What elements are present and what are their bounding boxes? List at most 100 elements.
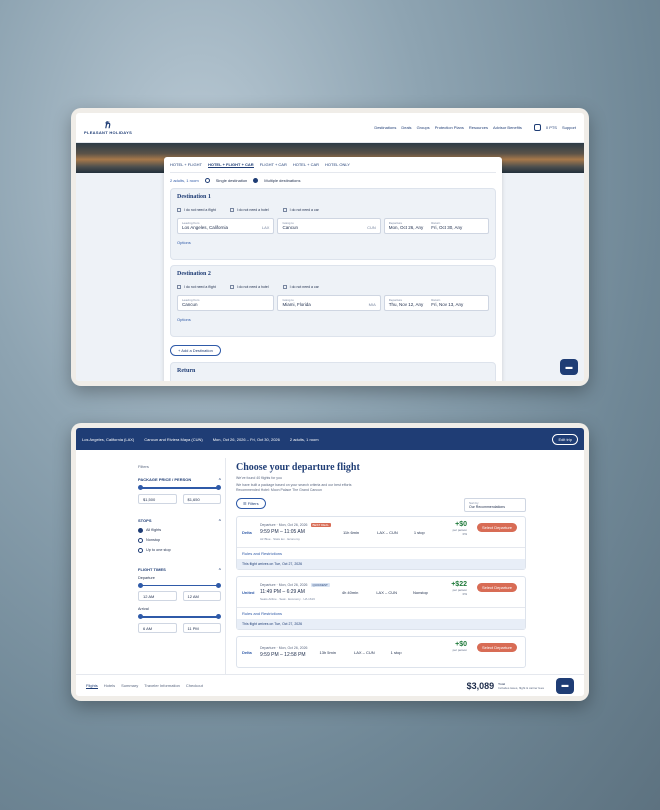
radio-icon[interactable] bbox=[138, 537, 143, 543]
dest1-no-flight[interactable]: I do not need a flight bbox=[177, 208, 216, 213]
results-main: Choose your departure flight We've found… bbox=[236, 458, 526, 674]
flight-times: Departure · Mon, Oct 26, 2026 QUICKEST 11… bbox=[260, 583, 330, 601]
stops-section-header[interactable]: STOPS ^ bbox=[138, 518, 221, 523]
stop-one[interactable]: Up to one stop bbox=[138, 547, 221, 553]
quick-badge: QUICKEST bbox=[310, 583, 330, 587]
time-range: 9:59 PM – 12:58 PM bbox=[260, 652, 306, 658]
arrival-slider[interactable] bbox=[138, 614, 221, 619]
main-nav: Destinations Deals Groups Protection Pla… bbox=[374, 125, 522, 130]
price-min-input[interactable]: $1,500 bbox=[138, 493, 177, 504]
radio-icon[interactable] bbox=[138, 547, 143, 553]
rules-link[interactable]: Rules and Restrictions bbox=[237, 547, 525, 559]
dest1-no-hotel-label: I do not need a hotel bbox=[236, 208, 269, 212]
results-screen: Los Angeles, California (LAX) Cancun and… bbox=[76, 428, 584, 696]
dest1-no-hotel[interactable]: I do not need a hotel bbox=[229, 208, 269, 213]
select-departure-button[interactable]: Select Departure bbox=[476, 643, 517, 652]
dep-min-input[interactable]: 12 AM bbox=[138, 591, 177, 601]
logo-icon: ℏ bbox=[105, 119, 112, 130]
price-section-header[interactable]: PACKAGE PRICE / PERSON ^ bbox=[138, 477, 221, 482]
checkbox-icon[interactable] bbox=[229, 208, 234, 213]
percent: 0% bbox=[462, 592, 467, 596]
dest2-no-flight-label: I do not need a flight bbox=[184, 285, 216, 289]
radio-icon[interactable] bbox=[138, 527, 143, 533]
duration: 13h 5min bbox=[319, 649, 336, 655]
stop-all[interactable]: All flights bbox=[138, 527, 221, 533]
flight-row[interactable]: Delta Departure · Mon, Oct 26, 2026 BEST … bbox=[237, 517, 525, 547]
nav-protection-plans[interactable]: Protection Plans bbox=[435, 125, 464, 130]
step-hotels[interactable]: Hotels bbox=[104, 683, 115, 688]
chat-button[interactable]: ▬ bbox=[560, 359, 578, 375]
destination-1: Destination 1 I do not need a flight I d… bbox=[170, 188, 496, 260]
airline-logo: Delta bbox=[242, 529, 252, 535]
edit-trip-button[interactable]: Edit trip bbox=[552, 433, 578, 445]
checkbox-icon[interactable] bbox=[282, 285, 287, 290]
dest2-no-car[interactable]: I do not need a car bbox=[282, 285, 319, 290]
dest1-leaving-field[interactable]: Leaving from Los Angeles, California LAX bbox=[177, 218, 275, 235]
checkbox-icon[interactable] bbox=[177, 285, 181, 290]
stop-nonstop[interactable]: Nonstop bbox=[138, 537, 221, 543]
arr-min-input[interactable]: 6 AM bbox=[138, 622, 177, 633]
select-departure-button[interactable]: Select Departure bbox=[476, 583, 517, 592]
dest1-options[interactable]: Options bbox=[177, 240, 489, 245]
package-search-screenshot: ℏ PLEASANT HOLIDAYS Destinations Deals G… bbox=[71, 108, 589, 386]
multi-dest-radio[interactable] bbox=[253, 178, 259, 183]
checkbox-icon[interactable] bbox=[177, 208, 181, 213]
flight-row[interactable]: Delta Departure · Mon, Oct 26, 2026 9:59… bbox=[237, 637, 525, 667]
chat-button[interactable]: ▬ bbox=[556, 677, 574, 694]
stops-title: STOPS bbox=[138, 517, 152, 523]
sort-select[interactable]: Sort by Our Recommendations bbox=[464, 498, 526, 512]
found-count: We've found 40 flights for you bbox=[236, 476, 282, 480]
flight-row[interactable]: United Departure · Mon, Oct 26, 2026 QUIC… bbox=[237, 577, 525, 607]
tab-hotel-flight-car[interactable]: HOTEL + FLIGHT + CAR bbox=[207, 162, 254, 168]
tab-hotel-only[interactable]: HOTEL ONLY bbox=[325, 162, 350, 168]
price-block: +$0 per person bbox=[453, 641, 467, 652]
filters-button[interactable]: ☰ Filters bbox=[236, 498, 266, 509]
dest1-dates-field[interactable]: Departure Mon, Oct 26, Any Return Fri, Oct… bbox=[383, 218, 489, 235]
nav-resources[interactable]: Resources bbox=[469, 125, 488, 130]
step-checkout[interactable]: Checkout bbox=[186, 683, 203, 688]
departure-slider[interactable] bbox=[138, 583, 221, 587]
dest2-dates-field[interactable]: Departure Thu, Nov 12, Any Return Fri, Nov… bbox=[383, 295, 489, 312]
checkbox-icon[interactable] bbox=[229, 285, 234, 290]
leaving-value: Cancun bbox=[182, 302, 198, 308]
return-col: Return Fri, Oct 30, Any bbox=[431, 221, 462, 231]
points[interactable]: 0 PTS bbox=[546, 125, 557, 130]
price: +$0 bbox=[455, 641, 467, 648]
add-destination-button[interactable]: + Add a Destination bbox=[170, 345, 221, 356]
step-summary[interactable]: Summary bbox=[121, 683, 138, 688]
nav-groups[interactable]: Groups bbox=[417, 125, 430, 130]
times-section-header[interactable]: FLIGHT TIMES ^ bbox=[138, 567, 221, 572]
dest2-leaving-field[interactable]: Leaving from Cancun bbox=[177, 295, 275, 312]
travelers-select[interactable]: 2 adults, 1 room bbox=[170, 178, 199, 183]
tab-hotel-flight[interactable]: HOTEL + FLIGHT bbox=[170, 162, 202, 168]
nav-advisor-benefits[interactable]: Advisor Benefits bbox=[493, 125, 522, 130]
stop-all-label: All flights bbox=[146, 528, 162, 532]
step-flights[interactable]: Flights bbox=[86, 683, 98, 689]
brand-logo[interactable]: ℏ PLEASANT HOLIDAYS bbox=[84, 119, 132, 135]
dest2-going-field[interactable]: Going to Miami, Florida MIA bbox=[277, 295, 381, 312]
step-traveler-info[interactable]: Traveler Information bbox=[144, 683, 180, 688]
checkbox-icon[interactable] bbox=[282, 208, 287, 213]
dest1-no-car[interactable]: I do not need a car bbox=[282, 208, 319, 213]
tab-hotel-car[interactable]: HOTEL + CAR bbox=[293, 162, 319, 168]
select-departure-button[interactable]: Select Departure bbox=[476, 523, 517, 532]
nav-deals[interactable]: Deals bbox=[401, 125, 411, 130]
price-max-input[interactable]: $1,650 bbox=[182, 493, 221, 504]
support-link[interactable]: Support bbox=[562, 125, 576, 130]
search-panel: HOTEL + FLIGHT HOTEL + FLIGHT + CAR FLIG… bbox=[164, 157, 502, 381]
dest2-options[interactable]: Options bbox=[177, 317, 489, 322]
single-dest-radio[interactable] bbox=[204, 178, 210, 183]
nav-destinations[interactable]: Destinations bbox=[374, 125, 396, 130]
rules-link[interactable]: Rules and Restrictions bbox=[237, 607, 525, 619]
user-icon[interactable] bbox=[533, 124, 541, 131]
arr-max-input[interactable]: 11 PM bbox=[182, 622, 221, 633]
multi-dest-label: Multiple destinations bbox=[264, 178, 301, 183]
flight-date-row: Departure · Mon, Oct 26, 2026 bbox=[260, 646, 308, 650]
price-slider[interactable] bbox=[138, 485, 221, 490]
dest1-going-field[interactable]: Going to Cancun CUN bbox=[277, 218, 381, 235]
dest2-no-hotel[interactable]: I do not need a hotel bbox=[229, 285, 269, 290]
dep-max-input[interactable]: 12 AM bbox=[182, 591, 221, 601]
return-value: Fri, Nov 13, Any bbox=[431, 302, 464, 308]
dest2-no-flight[interactable]: I do not need a flight bbox=[177, 285, 216, 290]
tab-flight-car[interactable]: FLIGHT + CAR bbox=[260, 162, 287, 168]
